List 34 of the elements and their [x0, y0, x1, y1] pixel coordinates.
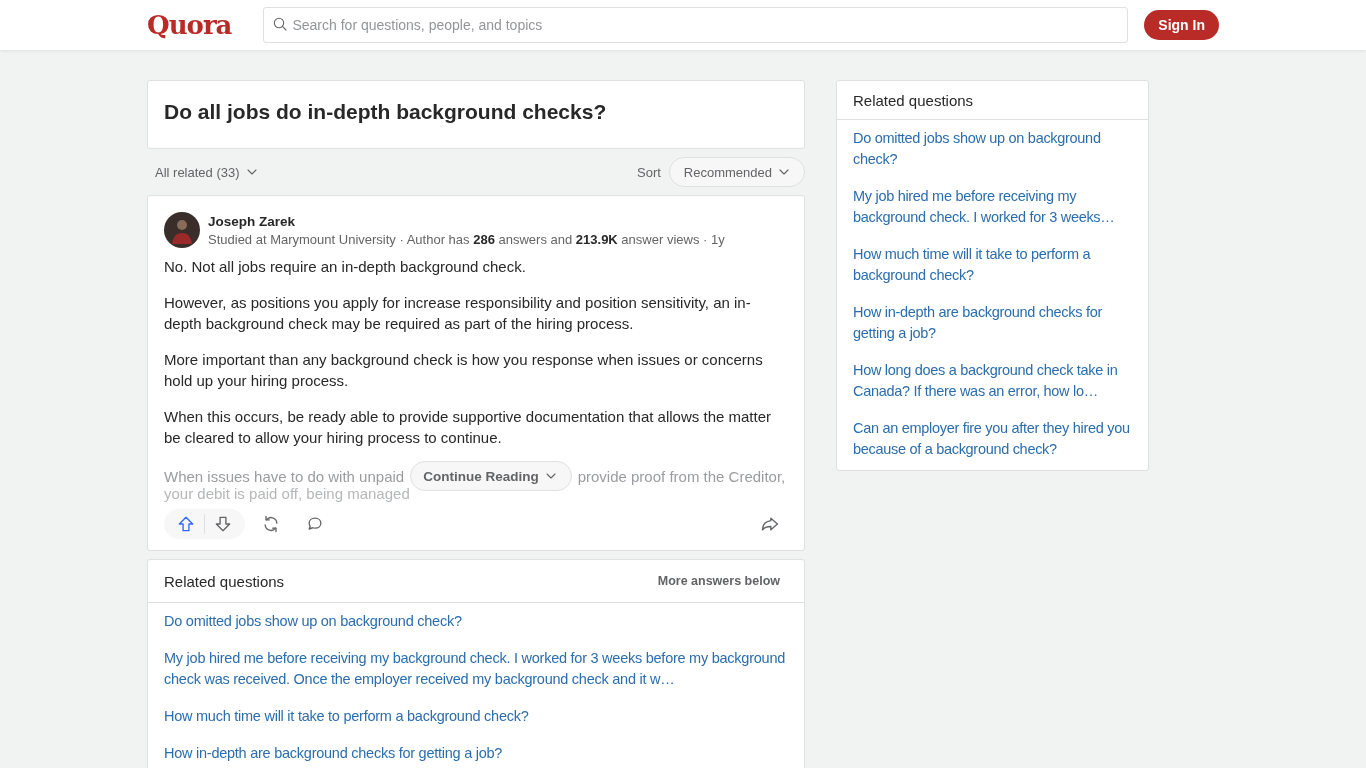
question-link[interactable]: My job hired me before receiving my background check. I worked for 3 weeks before my background check was received. Once the employer received my background check and it w… [164, 648, 788, 690]
sort-label: Sort [637, 164, 661, 180]
section-title: Related questions [853, 91, 974, 109]
question-link[interactable]: My job hired me before receiving my background check. I worked for 3 weeks… [853, 186, 1132, 228]
search-field[interactable]: Search for questions, people, and topics [263, 7, 1129, 43]
arrow-up-icon [176, 514, 196, 534]
question-link[interactable]: How in-depth are background checks for getting a job? [853, 302, 1132, 344]
question-link[interactable]: Do omitted jobs show up on background check? [164, 611, 788, 632]
question-link[interactable]: Do omitted jobs show up on background check? [853, 128, 1132, 170]
all-related-dropdown[interactable]: All related (33) [155, 157, 260, 187]
answer-text-fragment: When issues have to do with unpaid [164, 466, 405, 487]
question-link[interactable]: How in-depth are background checks for getting a job? [164, 743, 788, 764]
question-link[interactable]: How much time will it take to perform a background check? [853, 244, 1132, 286]
question-link[interactable]: Can an employer fire you after they hired you because of a background check? [853, 418, 1132, 460]
more-answers-label: More answers below [657, 574, 780, 588]
answer-text-fragment: your debit is paid off, being managed [164, 485, 410, 504]
answer-paragraph: When this occurs, be ready able to provide supportive documentation that allows the matter be cleared to allow your hiring process to continue. [164, 407, 772, 448]
logo[interactable]: Quora [147, 10, 232, 40]
question-link[interactable]: How long does a background check take in Canada? If there was an error, how lo… [853, 360, 1132, 402]
continue-reading-button[interactable]: Continue Reading [410, 461, 572, 491]
author-credential: Studied at Marymount University · Author has 286 answers and 213.9K answer views · 1y [208, 231, 725, 247]
sort-dropdown[interactable]: Recommended [668, 157, 805, 187]
author-name[interactable]: Joseph Zarek [208, 213, 725, 229]
avatar[interactable] [164, 212, 200, 248]
sign-in-button[interactable]: Sign In [1144, 10, 1219, 40]
section-title: Related questions [164, 572, 285, 590]
search-icon [272, 16, 289, 32]
answer-paragraph: No. Not all jobs require an in-depth background check. [164, 257, 527, 277]
answer-text-fragment: provide proof from the Creditor, [577, 466, 786, 487]
question-link[interactable]: How much time will it take to perform a background check? [164, 706, 788, 727]
answer-paragraph: More important than any background check is how you response when issues or concerns hold up your hiring process. [164, 350, 764, 391]
answer-paragraph: However, as positions you apply for increase responsibility and position sensitivity, an in-depth background check may be required as part of the hiring process. [164, 293, 752, 334]
question-title: Do all jobs do in-depth background checks? [164, 100, 608, 124]
arrow-down-icon [213, 514, 233, 534]
